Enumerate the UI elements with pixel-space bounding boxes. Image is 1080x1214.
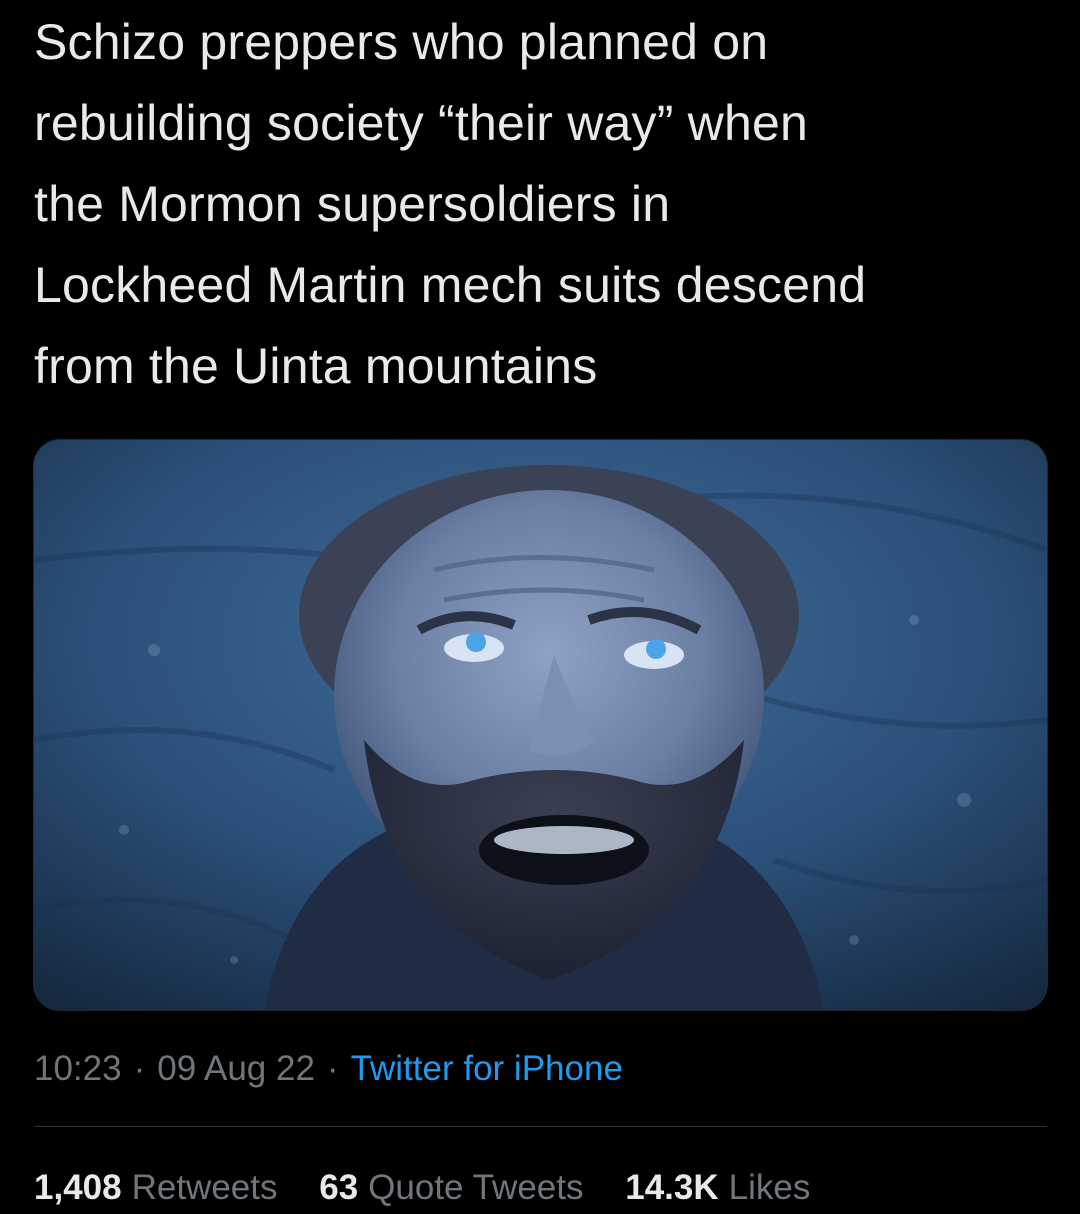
photo-man-looking-up-image (34, 440, 1047, 1010)
tweet-detail: Schizo preppers who planned on rebuildin… (0, 0, 1080, 1214)
likes-count: 14.3K (625, 1168, 719, 1207)
quote-tweets-stat[interactable]: 63 Quote Tweets (319, 1164, 583, 1212)
retweets-stat[interactable]: 1,408 Retweets (34, 1164, 278, 1212)
tweet-stats: 1,408 Retweets 63 Quote Tweets 14.3K Likes (34, 1164, 842, 1212)
tweet-text: Schizo preppers who planned on rebuildin… (34, 14, 867, 394)
separator-dot: · (133, 1049, 146, 1088)
retweets-label: Retweets (131, 1168, 278, 1207)
separator-dot: · (326, 1049, 339, 1088)
tweet-date[interactable]: 09 Aug 22 (157, 1049, 315, 1088)
tweet-media-photo[interactable] (34, 440, 1047, 1010)
quote-tweets-label: Quote Tweets (368, 1168, 584, 1207)
quote-tweets-count: 63 (319, 1168, 359, 1207)
tweet-source-link[interactable]: Twitter for iPhone (351, 1049, 623, 1088)
divider (34, 1126, 1047, 1127)
retweets-count: 1,408 (34, 1168, 122, 1207)
tweet-time[interactable]: 10:23 (34, 1049, 122, 1088)
tweet-metadata: 10:23 · 09 Aug 22 · Twitter for iPhone (34, 1046, 623, 1092)
likes-stat[interactable]: 14.3K Likes (625, 1164, 810, 1212)
likes-label: Likes (728, 1168, 811, 1207)
